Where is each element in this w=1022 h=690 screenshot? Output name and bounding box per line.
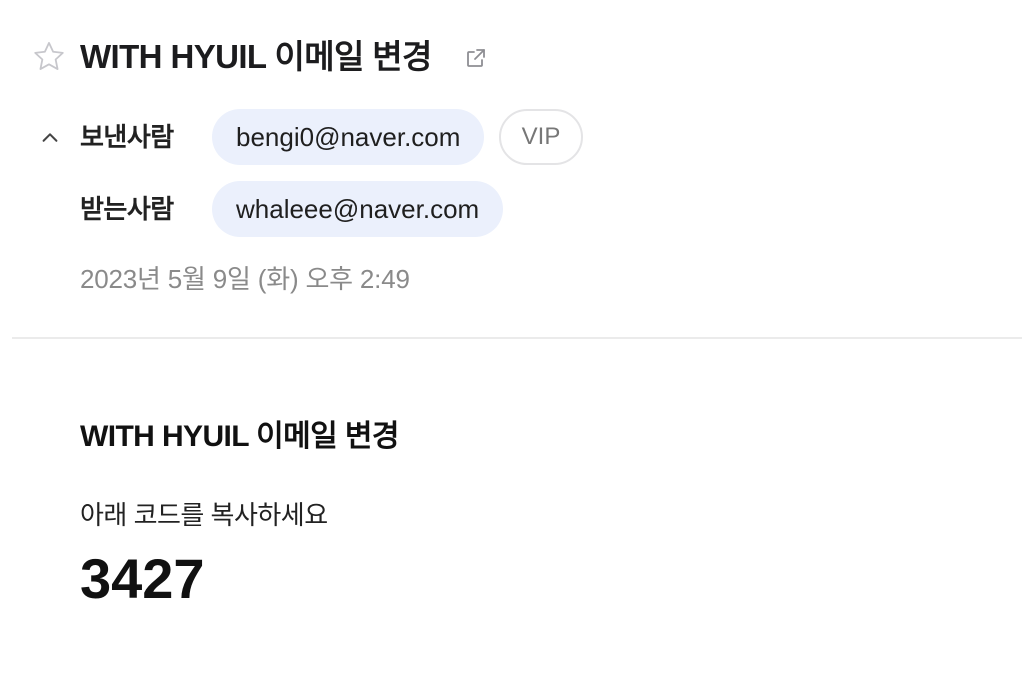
header-divider	[12, 337, 1022, 339]
verification-code: 3427	[80, 547, 205, 610]
mail-subject: WITH HYUIL 이메일 변경	[80, 38, 432, 75]
body-title: WITH HYUIL 이메일 변경	[80, 420, 400, 453]
mail-date: 2023년 5월 9일 (화) 오후 2:49	[80, 264, 410, 294]
mail-view: WITH HYUIL 이메일 변경 보낸사람 bengi0@naver.com …	[0, 0, 1022, 690]
recipient-email-chip[interactable]: whaleee@naver.com	[212, 181, 504, 237]
vip-button[interactable]: VIP	[499, 109, 583, 165]
star-icon[interactable]	[30, 38, 68, 76]
chevron-up-icon[interactable]	[36, 124, 64, 152]
popout-icon[interactable]	[462, 44, 490, 72]
body-instruction: 아래 코드를 복사하세요	[80, 500, 328, 530]
recipient-label: 받는사람	[80, 194, 174, 224]
sender-label: 보낸사람	[80, 122, 174, 152]
sender-email-chip[interactable]: bengi0@naver.com	[212, 109, 485, 165]
